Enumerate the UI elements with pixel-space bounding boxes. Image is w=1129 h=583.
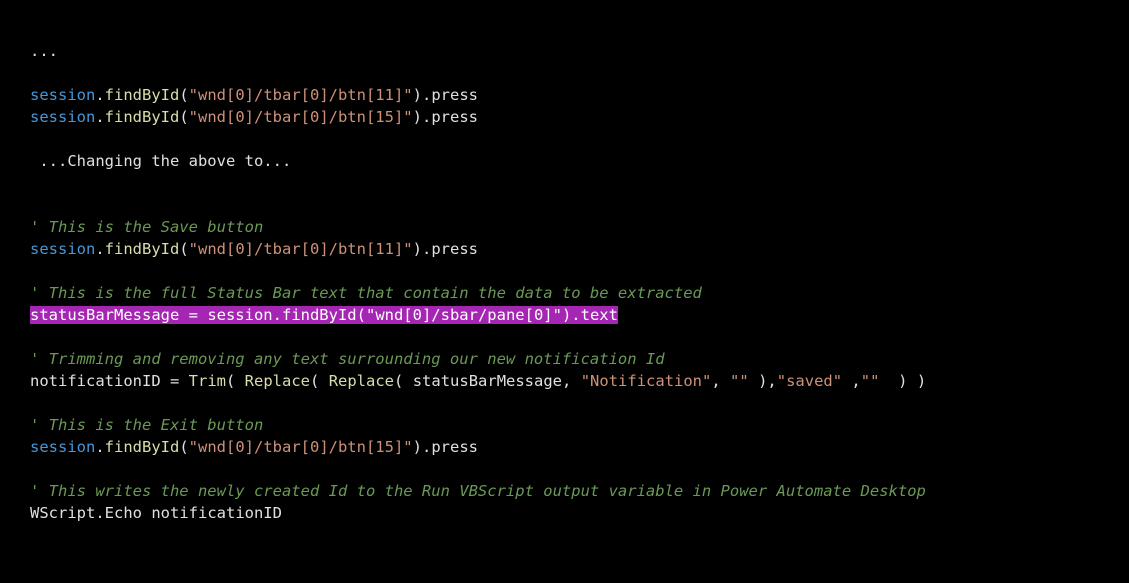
tok-session: session <box>207 306 272 324</box>
code-block: ... session.findById("wnd[0]/tbar[0]/btn… <box>0 0 1129 564</box>
tok-session: session <box>30 438 95 456</box>
tok-rparen: ) <box>562 306 571 324</box>
str-notification: "Notification" <box>581 372 712 390</box>
code-line: ' Trimming and removing any text surroun… <box>30 350 665 368</box>
tok-dot: . <box>95 108 104 126</box>
tok-dot: . <box>95 86 104 104</box>
code-line: ' This writes the newly created Id to th… <box>30 482 926 500</box>
tok-session: session <box>30 108 95 126</box>
tok-press: press <box>431 438 478 456</box>
code-line: session.findById("wnd[0]/tbar[0]/btn[11]… <box>30 240 478 258</box>
tok-lparen: ( <box>394 372 403 390</box>
tok-lparen: ( <box>179 240 188 258</box>
comment-writes: ' This writes the newly created Id to th… <box>30 482 926 500</box>
code-line: WScript.Echo notificationID <box>30 504 282 522</box>
tok-press: press <box>431 240 478 258</box>
code-line-highlighted[interactable]: statusBarMessage = session.findById("wnd… <box>30 306 618 324</box>
str-btn15: "wnd[0]/tbar[0]/btn[15]" <box>189 108 413 126</box>
tok-space <box>879 372 888 390</box>
comment-exit: ' This is the Exit button <box>30 416 263 434</box>
tok-dot: . <box>422 86 431 104</box>
tok-dot: . <box>571 306 580 324</box>
comment-save: ' This is the Save button <box>30 218 263 236</box>
changing-text: ...Changing the above to... <box>30 152 291 170</box>
tok-replace: Replace <box>245 372 310 390</box>
tok-dot: . <box>422 438 431 456</box>
var-notificationID: notificationID <box>151 504 282 522</box>
var-notificationID: notificationID <box>30 372 161 390</box>
code-line: session.findById("wnd[0]/tbar[0]/btn[15]… <box>30 108 478 126</box>
tok-rparen: ) <box>758 372 767 390</box>
code-line: ' This is the full Status Bar text that … <box>30 284 702 302</box>
tok-space <box>319 372 328 390</box>
code-line: notificationID = Trim( Replace( Replace(… <box>30 372 926 390</box>
tok-space <box>907 372 916 390</box>
tok-lparen: ( <box>226 372 235 390</box>
code-line: ...Changing the above to... <box>30 152 291 170</box>
tok-rparen: ) <box>413 86 422 104</box>
tok-space <box>403 372 412 390</box>
tok-lparen: ( <box>310 372 319 390</box>
tok-trim: Trim <box>189 372 226 390</box>
tok-comma: , <box>562 372 571 390</box>
tok-session: session <box>30 240 95 258</box>
var-statusBarMessage: statusBarMessage <box>30 306 179 324</box>
tok-dot: . <box>95 438 104 456</box>
tok-press: press <box>431 108 478 126</box>
tok-comma: , <box>767 372 776 390</box>
tok-rparen: ) <box>413 108 422 126</box>
tok-findById: findById <box>105 240 180 258</box>
tok-rparen: ) <box>917 372 926 390</box>
tok-lparen: ( <box>179 438 188 456</box>
tok-lparen: ( <box>179 86 188 104</box>
tok-space <box>235 372 244 390</box>
tok-text: text <box>581 306 618 324</box>
str-sbar: "wnd[0]/sbar/pane[0]" <box>366 306 562 324</box>
comment-statusbar: ' This is the full Status Bar text that … <box>30 284 702 302</box>
tok-rparen: ) <box>413 438 422 456</box>
tok-dot: . <box>422 240 431 258</box>
tok-dot: . <box>273 306 282 324</box>
str-btn15: "wnd[0]/tbar[0]/btn[15]" <box>189 438 413 456</box>
tok-rparen: ) <box>413 240 422 258</box>
tok-comma: , <box>711 372 720 390</box>
var-statusBarMessage: statusBarMessage <box>413 372 562 390</box>
tok-session: session <box>30 86 95 104</box>
code-line: ' This is the Exit button <box>30 416 263 434</box>
tok-findById: findById <box>105 86 180 104</box>
tok-dot: . <box>422 108 431 126</box>
tok-comma: , <box>851 372 860 390</box>
tok-space <box>749 372 758 390</box>
tok-space <box>571 372 580 390</box>
tok-lparen: ( <box>357 306 366 324</box>
str-btn11: "wnd[0]/tbar[0]/btn[11]" <box>189 86 413 104</box>
code-line: session.findById("wnd[0]/tbar[0]/btn[11]… <box>30 86 478 104</box>
code-line: ' This is the Save button <box>30 218 263 236</box>
tok-eq: = <box>161 372 189 390</box>
tok-press: press <box>431 86 478 104</box>
tok-space <box>889 372 898 390</box>
wscript-echo: WScript.Echo <box>30 504 151 522</box>
code-line: ... <box>30 42 58 60</box>
tok-lparen: ( <box>179 108 188 126</box>
tok-dot: . <box>95 240 104 258</box>
tok-space <box>721 372 730 390</box>
tok-replace: Replace <box>329 372 394 390</box>
ellipsis: ... <box>30 42 58 60</box>
str-btn11: "wnd[0]/tbar[0]/btn[11]" <box>189 240 413 258</box>
code-line: session.findById("wnd[0]/tbar[0]/btn[15]… <box>30 438 478 456</box>
tok-findById: findById <box>105 438 180 456</box>
str-empty: "" <box>730 372 749 390</box>
tok-findById: findById <box>105 108 180 126</box>
tok-eq: = <box>179 306 207 324</box>
str-empty: "" <box>861 372 880 390</box>
comment-trimming: ' Trimming and removing any text surroun… <box>30 350 665 368</box>
str-saved: "saved" <box>777 372 842 390</box>
tok-findById: findById <box>282 306 357 324</box>
